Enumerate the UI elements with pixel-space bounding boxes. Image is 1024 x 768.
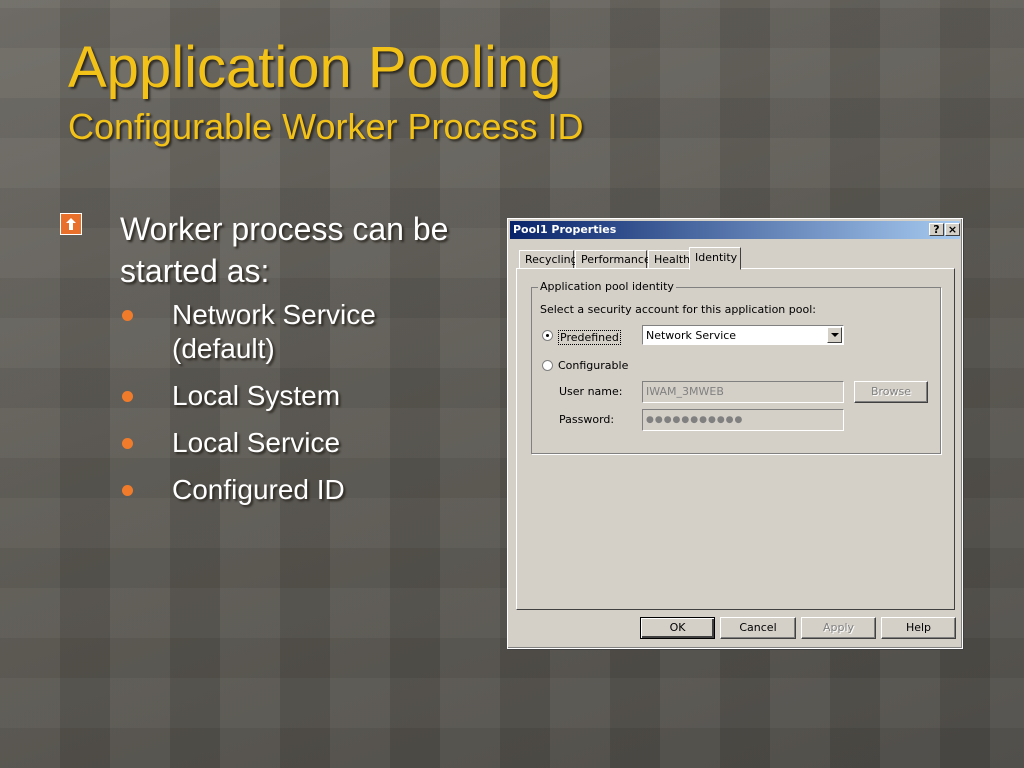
help-title-button[interactable]: ? [929,223,944,236]
configurable-radio[interactable] [542,360,553,371]
sub-bullet-text: Network Service (default) [172,299,376,364]
dot-icon [122,391,133,402]
password-label: Password: [559,413,615,426]
predefined-label[interactable]: Predefined [558,330,621,345]
slide-title: Application Pooling [68,35,562,100]
identity-select-value: Network Service [646,329,737,342]
identity-tab-panel: Application pool identity Select a secur… [516,268,955,610]
cancel-button[interactable]: Cancel [720,617,796,639]
main-bullet-text: Worker process can be started as: [120,211,449,289]
tab-health[interactable]: Health [648,250,690,269]
configurable-label[interactable]: Configurable [558,359,628,372]
dot-icon [122,485,133,496]
close-button[interactable]: × [945,223,960,236]
sub-bullet-text: Configured ID [172,474,345,505]
username-label: User name: [559,385,623,398]
dot-icon [122,438,133,449]
sub-bullet-text: Local Service [172,427,341,458]
browse-button[interactable]: Browse [854,381,928,403]
ok-button[interactable]: OK [640,617,715,639]
predefined-radio[interactable] [542,330,553,341]
password-input[interactable]: ●●●●●●●●●●● [642,409,844,431]
tab-recycling[interactable]: Recycling [519,250,578,269]
sub-bullet: Configured ID [60,473,480,507]
tab-performance[interactable]: Performance [575,250,651,269]
arrow-up-box-icon [60,213,82,235]
sub-bullet-text: Local System [172,380,341,411]
identity-groupbox: Application pool identity Select a secur… [531,280,941,454]
sub-bullet-list: Network Service (default) Local System L… [60,298,480,507]
instruction-text: Select a security account for this appli… [540,303,816,316]
sub-bullet: Local Service [60,426,480,460]
username-input[interactable]: IWAM_3MWEB [642,381,844,403]
sub-bullet: Local System [60,379,480,413]
identity-select[interactable]: Network Service [642,325,844,345]
group-label: Application pool identity [538,280,676,293]
pool-properties-dialog: Pool1 Properties ? × Recycling Performan… [507,218,963,649]
dot-icon [122,310,133,321]
bullet-list: Worker process can be started as: Networ… [60,208,480,520]
dialog-title: Pool1 Properties [513,223,617,236]
slide-subtitle: Configurable Worker Process ID [68,106,584,147]
chevron-down-icon[interactable] [827,327,842,343]
help-button[interactable]: Help [881,617,956,639]
apply-button[interactable]: Apply [801,617,876,639]
main-bullet: Worker process can be started as: [60,208,480,292]
sub-bullet: Network Service (default) [60,298,480,366]
dialog-titlebar[interactable]: Pool1 Properties ? × [510,221,960,239]
tab-identity[interactable]: Identity [689,247,741,270]
